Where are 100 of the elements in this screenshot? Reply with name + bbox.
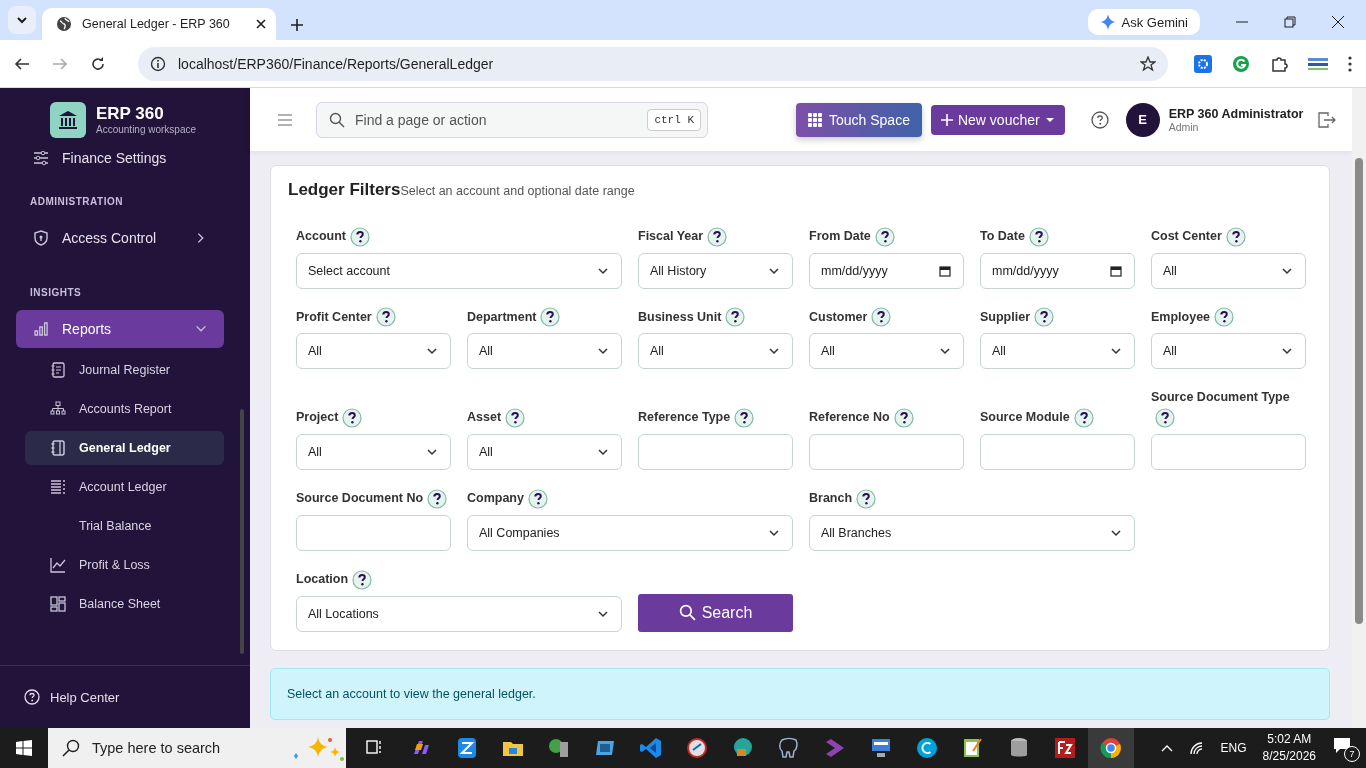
close-icon[interactable] xyxy=(1332,16,1344,28)
search-button[interactable]: Search xyxy=(638,593,793,632)
select-field[interactable]: All xyxy=(1151,333,1306,370)
select-field[interactable]: All xyxy=(467,434,622,471)
select-field[interactable]: All xyxy=(467,333,622,370)
select-field[interactable]: All Branches xyxy=(809,514,1135,551)
puzzle-icon[interactable] xyxy=(1270,54,1288,73)
input-field[interactable] xyxy=(296,514,451,551)
field-label: Branch xyxy=(809,491,853,506)
input-field[interactable] xyxy=(638,434,793,471)
clock-time[interactable]: 5:02 AM xyxy=(1267,731,1312,748)
sidebar-item[interactable]: Reports xyxy=(16,310,224,348)
sidebar-subitem[interactable]: Account Ledger xyxy=(25,470,224,504)
select-field[interactable]: All xyxy=(809,333,964,370)
help-icon[interactable] xyxy=(427,488,448,509)
windows-logo-icon[interactable] xyxy=(16,740,32,756)
wifi-icon[interactable] xyxy=(1188,741,1205,755)
hierarchy-icon xyxy=(49,400,67,418)
ring-icon[interactable] xyxy=(1099,736,1123,760)
browser-tab[interactable]: General Ledger - ERP 360 xyxy=(42,8,276,40)
touch-space-button[interactable]: Touch Space xyxy=(796,102,922,137)
search-field[interactable]: Find a page or action ctrl K xyxy=(316,101,708,138)
brand-name: ERP 360 xyxy=(96,104,165,124)
help-icon[interactable] xyxy=(871,307,892,328)
select-field[interactable]: All Locations xyxy=(296,595,622,632)
select-field[interactable]: All xyxy=(296,434,451,471)
help-icon[interactable] xyxy=(352,569,373,590)
sidebar-subitem[interactable]: Journal Register xyxy=(25,353,224,387)
help-icon[interactable] xyxy=(1155,408,1175,429)
help-icon[interactable] xyxy=(342,408,363,429)
back-icon[interactable] xyxy=(14,55,30,72)
date-field[interactable]: mm/dd/yyyy xyxy=(809,252,964,289)
input-field[interactable] xyxy=(980,434,1135,471)
logout-icon[interactable] xyxy=(1318,111,1336,128)
help-icon[interactable] xyxy=(375,307,396,328)
bank-logo-icon xyxy=(50,101,86,138)
reload-icon[interactable] xyxy=(90,55,106,72)
snowflake-tile-icon[interactable] xyxy=(1194,54,1212,73)
notification-icon[interactable] xyxy=(1332,736,1352,756)
language-indicator[interactable]: ENG xyxy=(1220,741,1247,755)
notepad-pencil-icon[interactable] xyxy=(961,736,985,760)
help-icon[interactable] xyxy=(1073,408,1094,429)
sidebar-item[interactable]: Access Control xyxy=(16,219,224,257)
scrollbar[interactable] xyxy=(1352,88,1366,728)
help-icon[interactable] xyxy=(725,307,746,328)
shortcut-hint: ctrl K xyxy=(647,108,701,131)
help-icon[interactable] xyxy=(1034,307,1054,328)
help-icon[interactable] xyxy=(1225,226,1246,247)
help-icon[interactable] xyxy=(1090,110,1109,129)
help-icon[interactable] xyxy=(856,488,877,509)
select-field[interactable]: All History xyxy=(638,252,793,289)
help-icon[interactable] xyxy=(893,408,914,429)
tab-list-button[interactable] xyxy=(8,6,36,34)
close-icon[interactable] xyxy=(256,19,266,29)
star-icon[interactable] xyxy=(1140,55,1156,72)
more-icon[interactable] xyxy=(1348,55,1352,72)
field-label: Asset xyxy=(467,410,502,425)
select-field[interactable]: Select account xyxy=(296,252,622,289)
select-field[interactable]: All xyxy=(638,333,793,370)
bar-chart-icon xyxy=(32,320,50,338)
gemini-button[interactable]: Ask Gemini xyxy=(1087,9,1200,35)
field-label: Company xyxy=(467,491,524,506)
help-icon[interactable] xyxy=(1028,226,1049,247)
scrollbar[interactable] xyxy=(240,409,244,654)
sidebar-subitem[interactable]: Balance Sheet xyxy=(25,587,224,621)
g-circle-icon[interactable] xyxy=(1232,54,1250,73)
select-field[interactable]: All Companies xyxy=(467,514,793,551)
notification-badge: 7 xyxy=(1344,746,1360,762)
help-icon[interactable] xyxy=(734,408,755,429)
sidebar-subitem[interactable]: Profit & Loss xyxy=(25,548,224,582)
line-chart-icon xyxy=(49,556,67,574)
address-bar[interactable]: localhost/ERP360/Finance/Reports/GeneralLedger xyxy=(138,46,1168,81)
help-icon[interactable] xyxy=(540,307,561,328)
sidebar-item[interactable]: Finance Settings xyxy=(16,151,224,166)
avatar[interactable]: E xyxy=(1125,102,1160,137)
monitor-icon[interactable] xyxy=(869,736,893,760)
restore-icon[interactable] xyxy=(1284,16,1296,28)
sidebar-subitem[interactable]: Trial Balance xyxy=(25,509,224,543)
help-icon[interactable] xyxy=(1214,307,1235,328)
clock-date[interactable]: 8/25/2026 xyxy=(1262,748,1316,765)
new-voucher-button[interactable]: New voucher xyxy=(930,104,1065,135)
new-tab-icon[interactable] xyxy=(290,18,304,32)
c-circle-icon[interactable] xyxy=(915,736,939,760)
date-field[interactable]: mm/dd/yyyy xyxy=(980,252,1135,289)
help-icon[interactable] xyxy=(874,226,895,247)
help-icon[interactable] xyxy=(707,226,728,247)
taskbar-search-field[interactable]: Type here to search xyxy=(48,728,346,768)
help-icon[interactable] xyxy=(527,488,548,509)
chevron-up-icon[interactable] xyxy=(1160,744,1173,752)
input-field[interactable] xyxy=(809,434,964,471)
input-field[interactable] xyxy=(1151,434,1306,471)
select-field[interactable]: All xyxy=(296,333,451,370)
help-icon[interactable] xyxy=(350,226,370,247)
sidebar-subitem[interactable]: General Ledger xyxy=(25,431,224,465)
help-icon[interactable] xyxy=(505,408,526,429)
select-field[interactable]: All xyxy=(980,333,1135,370)
select-field[interactable]: All xyxy=(1151,252,1306,289)
profile-image-icon[interactable] xyxy=(1308,56,1328,71)
sidebar-subitem[interactable]: Accounts Report xyxy=(25,392,224,426)
section-heading: ADMINISTRATION xyxy=(29,196,124,207)
